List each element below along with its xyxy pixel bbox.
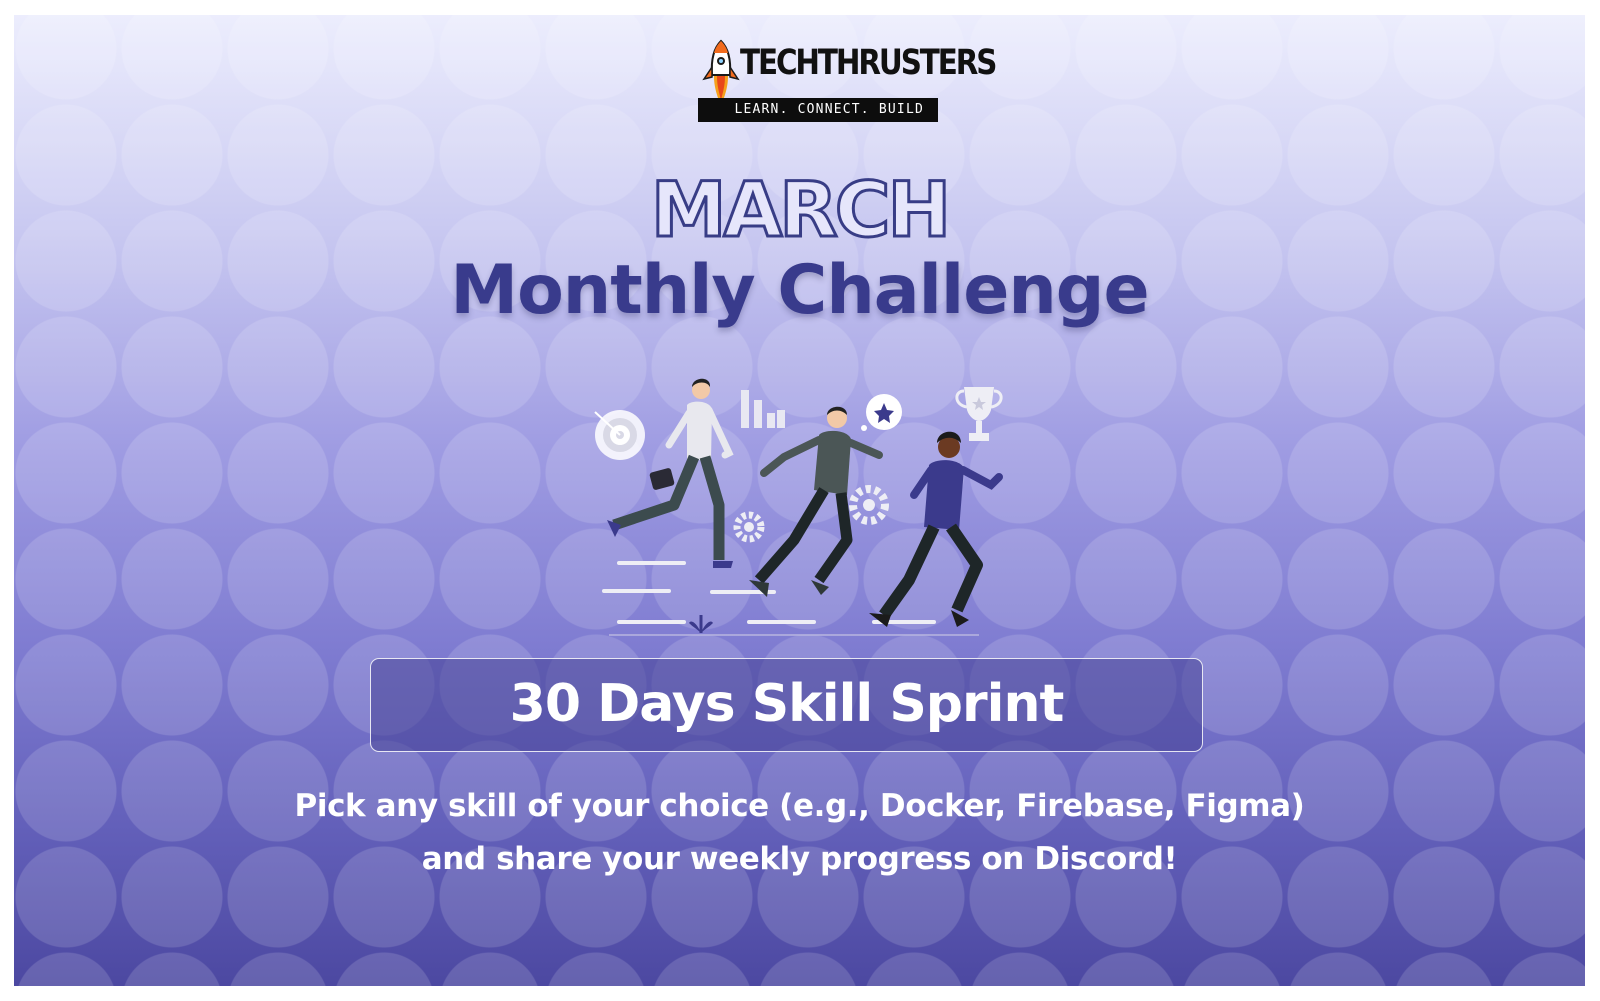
page-title: Monthly Challenge bbox=[450, 251, 1149, 330]
brand-logo: TECHTHRUSTERS LEARN. CONNECT. BUILD bbox=[698, 39, 997, 122]
runner-figure bbox=[869, 431, 1003, 627]
runner-figure bbox=[749, 406, 883, 597]
target-icon bbox=[594, 410, 645, 460]
challenge-name-box: 30 Days Skill Sprint bbox=[370, 658, 1203, 752]
star-bubble-icon bbox=[861, 394, 902, 431]
brand-name: TECHTHRUSTERS bbox=[740, 43, 997, 83]
plant-icon bbox=[689, 615, 713, 633]
gear-icon bbox=[733, 511, 765, 543]
month-heading: MARCH bbox=[649, 164, 952, 256]
runner-figure bbox=[607, 378, 734, 568]
trophy-icon bbox=[955, 387, 1003, 441]
brand-tagline: LEARN. CONNECT. BUILD bbox=[698, 98, 938, 122]
challenge-description: Pick any skill of your choice (e.g., Doc… bbox=[294, 788, 1305, 877]
running-team-illustration bbox=[594, 378, 1003, 636]
gear-icon bbox=[849, 485, 889, 525]
challenge-banner: TECHTHRUSTERS LEARN. CONNECT. BUILD MARC… bbox=[14, 15, 1585, 986]
bar-chart-icon bbox=[741, 390, 785, 428]
